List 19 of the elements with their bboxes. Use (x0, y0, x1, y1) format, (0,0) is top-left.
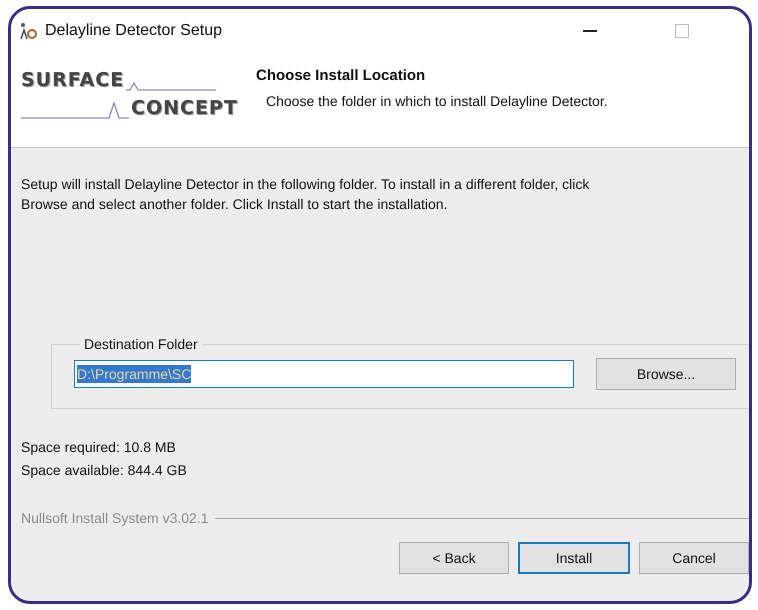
wizard-button[interactable]: Cancel (639, 542, 749, 574)
branding-text: Nullsoft Install System v3.02.1 (21, 510, 209, 526)
app-icon (19, 22, 37, 40)
group-legend: Destination Folder (80, 336, 202, 352)
browse-button[interactable]: Browse... (596, 358, 736, 390)
instructions-text: Setup will install Delayline Detector in the following folder. To install in a different folder, click (21, 175, 590, 194)
page-heading: Choose Install Location (256, 67, 426, 84)
space-info-text: Space available: 844.4 GB (21, 462, 188, 478)
logo-text: CONCEPT (131, 97, 238, 119)
maximize-icon[interactable] (675, 24, 689, 38)
minimize-icon[interactable] (583, 30, 597, 32)
window-title: Delayline Detector Setup (45, 22, 223, 40)
instructions-text: Browse and select another folder. Click Install to start the installation. (21, 195, 448, 214)
wizard-button[interactable]: < Back (399, 542, 509, 574)
wave-icon (21, 99, 129, 119)
page-subtitle: Choose the folder in which to install Delayline Detector. (265, 93, 608, 109)
wizard-button[interactable]: Install (518, 542, 630, 574)
logo-text: SURFACE (21, 69, 124, 91)
space-info-text: Space required: 10.8 MB (21, 439, 177, 455)
